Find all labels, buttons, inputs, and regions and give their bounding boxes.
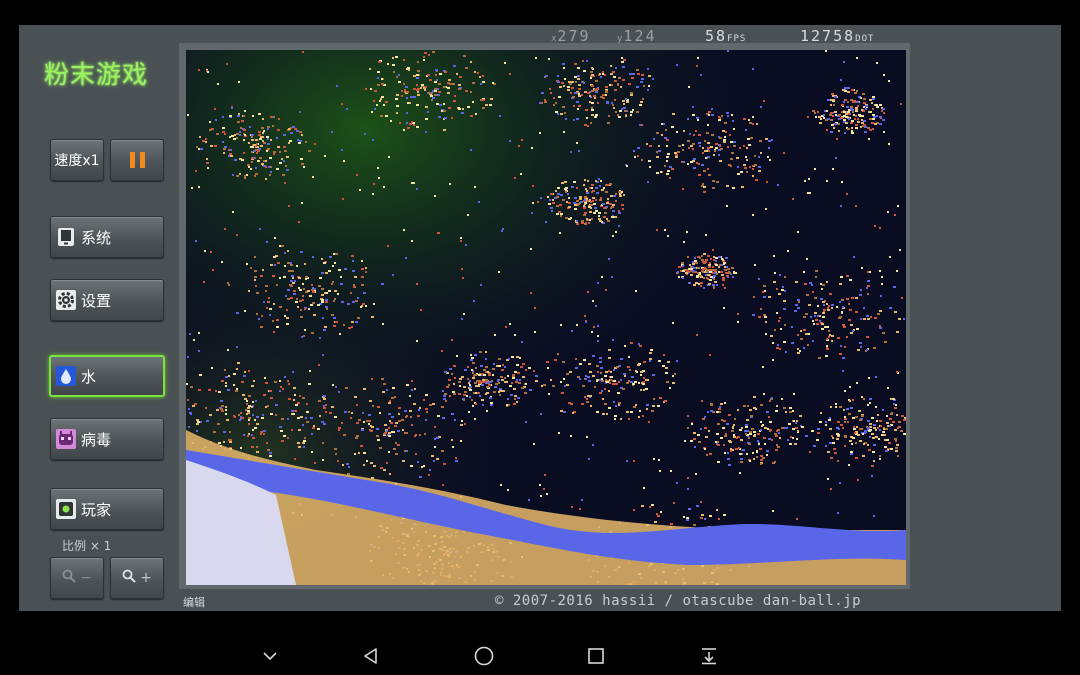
powder-canvas[interactable] bbox=[186, 50, 906, 585]
home-icon[interactable] bbox=[472, 644, 496, 668]
settings-label: 设置 bbox=[81, 291, 112, 310]
game-window: 粉末游戏 速度x1 系统 设置 水 病毒 玩家 比例 × 1 − + x279 … bbox=[19, 25, 1061, 611]
tablet-icon bbox=[56, 227, 76, 247]
player-icon bbox=[56, 499, 76, 519]
zoom-out-button[interactable]: − bbox=[50, 557, 104, 599]
virus-element-button[interactable]: 病毒 bbox=[50, 418, 164, 460]
zoom-in-button[interactable]: + bbox=[110, 557, 164, 599]
pause-button[interactable] bbox=[110, 139, 164, 181]
system-label: 系统 bbox=[81, 228, 112, 247]
water-drop-icon bbox=[56, 366, 76, 386]
gear-icon bbox=[56, 290, 76, 310]
back-icon[interactable] bbox=[359, 644, 383, 668]
virus-label: 病毒 bbox=[81, 430, 112, 449]
magnifier-plus-icon bbox=[122, 569, 136, 587]
magnifier-minus-icon bbox=[62, 569, 76, 587]
water-element-button[interactable]: 水 bbox=[49, 355, 165, 397]
speed-button[interactable]: 速度x1 bbox=[50, 139, 104, 181]
speed-label: 速度x1 bbox=[54, 153, 100, 169]
player-label: 玩家 bbox=[81, 500, 112, 519]
particle-field bbox=[186, 50, 906, 585]
chevron-down-icon[interactable] bbox=[258, 644, 282, 668]
app-title: 粉末游戏 bbox=[44, 60, 149, 89]
game-field-frame bbox=[179, 43, 910, 589]
virus-icon bbox=[56, 429, 76, 449]
zoom-in-label: + bbox=[140, 570, 152, 586]
pause-icon bbox=[129, 152, 145, 168]
edit-label: 编辑 bbox=[183, 596, 205, 609]
player-element-button[interactable]: 玩家 bbox=[50, 488, 164, 530]
zoom-out-label: − bbox=[80, 570, 92, 586]
settings-button[interactable]: 设置 bbox=[50, 279, 164, 321]
notification-pulldown-icon[interactable] bbox=[697, 644, 721, 668]
system-button[interactable]: 系统 bbox=[50, 216, 164, 258]
recents-icon[interactable] bbox=[584, 644, 608, 668]
scale-label: 比例 × 1 bbox=[62, 539, 112, 553]
copyright-text: © 2007-2016 hassii / otascube dan-ball.j… bbox=[495, 593, 862, 609]
water-label: 水 bbox=[81, 367, 97, 386]
